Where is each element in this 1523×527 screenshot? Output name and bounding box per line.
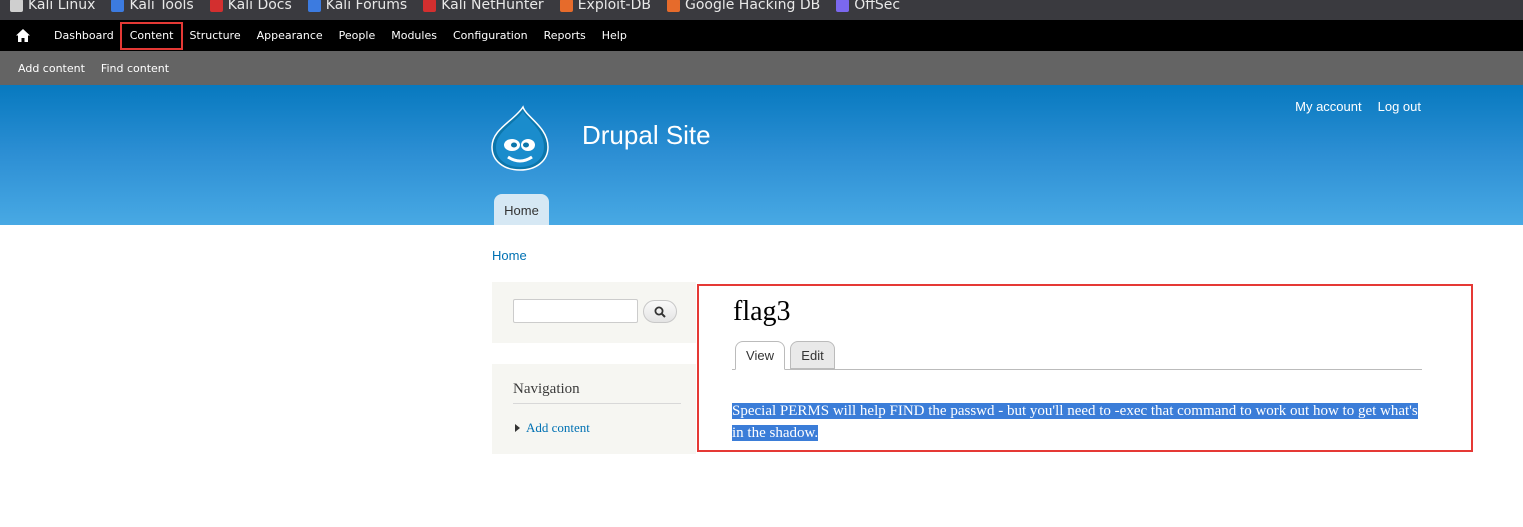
offsec-icon [836, 0, 850, 12]
toolbar-home-button[interactable] [0, 20, 46, 51]
toolbar-appearance[interactable]: Appearance [249, 24, 331, 48]
toolbar-configuration[interactable]: Configuration [445, 24, 536, 48]
bookmark-ghdb[interactable]: Google Hacking DB [666, 0, 820, 12]
triangle-right-icon [515, 424, 520, 432]
node-body-text: Special PERMS will help FIND the passwd … [732, 403, 1418, 441]
bookmark-kali-docs[interactable]: Kali Docs [209, 0, 292, 12]
shortcuts-bar: Add content Find content [0, 51, 1523, 85]
shortcut-find-content[interactable]: Find content [93, 62, 177, 75]
toolbar-reports[interactable]: Reports [536, 24, 594, 48]
exploit-db-icon [559, 0, 573, 12]
admin-toolbar: Dashboard Content Structure Appearance P… [0, 20, 1523, 51]
my-account-link[interactable]: My account [1295, 99, 1361, 114]
bookmark-exploit-db[interactable]: Exploit-DB [559, 0, 651, 12]
toolbar-dashboard[interactable]: Dashboard [46, 24, 122, 48]
search-input[interactable] [513, 299, 638, 323]
site-header: Drupal Site My account Log out Home [0, 85, 1523, 225]
page-title: flag3 [733, 296, 791, 327]
toolbar-modules[interactable]: Modules [383, 24, 445, 48]
tab-edit[interactable]: Edit [790, 341, 835, 369]
secondary-menu: My account Log out [1279, 99, 1421, 114]
bookmark-kali-forums[interactable]: Kali Forums [307, 0, 407, 12]
kali-forums-icon [307, 0, 321, 12]
shortcut-add-content[interactable]: Add content [10, 62, 93, 75]
home-icon [16, 29, 30, 42]
tabs-divider [732, 369, 1422, 370]
toolbar-help[interactable]: Help [594, 24, 635, 48]
ghdb-icon [666, 0, 680, 12]
sidebar-navigation-block: Navigation Add content [492, 364, 696, 454]
search-button[interactable] [643, 300, 677, 323]
navigation-divider [513, 403, 681, 404]
nav-item-add-content[interactable]: Add content [515, 420, 590, 436]
breadcrumb[interactable]: Home [492, 248, 527, 263]
toolbar-people[interactable]: People [331, 24, 384, 48]
sidebar-search-block [492, 282, 696, 343]
toolbar-content[interactable]: Content [119, 21, 184, 50]
nethunter-icon [423, 0, 437, 12]
kali-tools-icon [111, 0, 125, 12]
bookmark-kali-linux[interactable]: Kali Linux [10, 0, 95, 12]
tab-view[interactable]: View [735, 341, 785, 370]
main-menu-home-tab[interactable]: Home [494, 194, 549, 225]
drupal-logo-icon[interactable] [490, 105, 550, 171]
node-body: Special PERMS will help FIND the passwd … [732, 400, 1432, 444]
kali-dragon-icon [10, 0, 23, 12]
bookmark-offsec[interactable]: OffSec [836, 0, 900, 12]
search-icon [654, 306, 666, 318]
bookmark-kali-tools[interactable]: Kali Tools [111, 0, 194, 12]
log-out-link[interactable]: Log out [1378, 99, 1421, 114]
toolbar-structure[interactable]: Structure [181, 24, 248, 48]
kali-docs-icon [209, 0, 223, 12]
bookmarks-bar: Kali Linux Kali Tools Kali Docs Kali For… [0, 0, 1523, 20]
nav-item-label[interactable]: Add content [526, 420, 590, 436]
site-name[interactable]: Drupal Site [582, 120, 711, 151]
navigation-title: Navigation [513, 381, 580, 397]
bookmark-kali-nethunter[interactable]: Kali NetHunter [423, 0, 544, 12]
